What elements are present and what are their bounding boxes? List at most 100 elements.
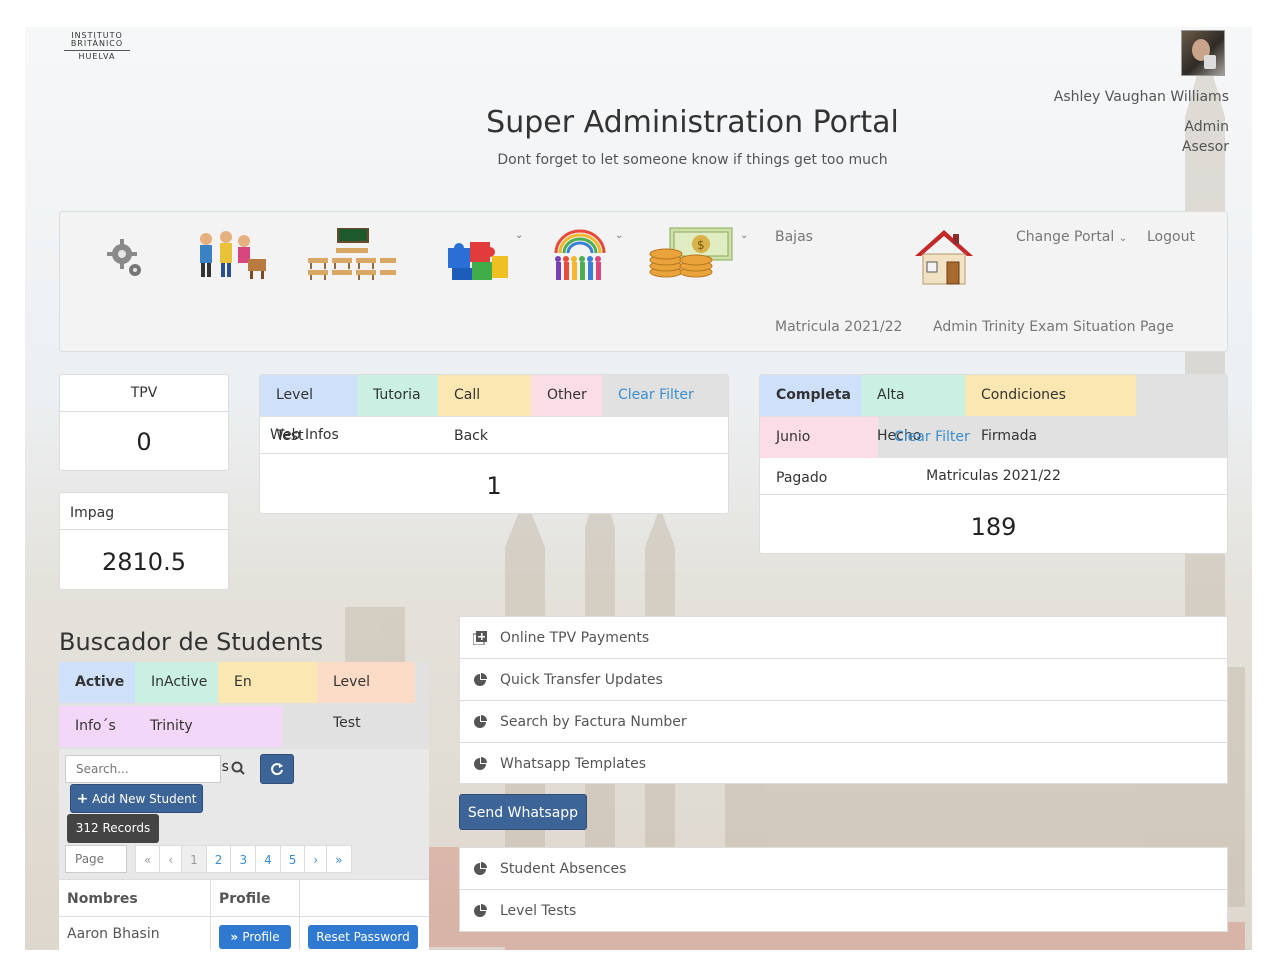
buscador-tabs: Active InActive En Espera Level Test Inf… bbox=[59, 662, 429, 775]
tab-level-test[interactable]: Level Test bbox=[317, 662, 415, 731]
students-table: Nombres Profile Aaron Bhasin » Profile R… bbox=[59, 879, 429, 950]
tab-inactive[interactable]: InActive bbox=[135, 662, 218, 703]
column-header-profile: Profile bbox=[211, 880, 300, 916]
user-role-asesor: Asesor bbox=[1181, 139, 1229, 155]
plus-icon: + bbox=[76, 791, 89, 807]
tpv-value: 0 bbox=[136, 428, 152, 456]
column-header-actions bbox=[300, 880, 429, 916]
pie-chart-icon bbox=[474, 757, 487, 770]
tpv-panel: TPV 0 bbox=[59, 374, 229, 471]
pager-prev[interactable]: ‹ bbox=[159, 845, 183, 873]
chevron-down-icon[interactable]: ⌄ bbox=[615, 230, 623, 241]
matriculas-value: 189 bbox=[970, 513, 1017, 541]
students-teacher-icon[interactable] bbox=[194, 229, 268, 281]
classroom-icon[interactable] bbox=[306, 228, 398, 280]
tab-level-test[interactable]: Level Test bbox=[260, 375, 357, 444]
logo-text-line-2: BRITÁNICO bbox=[70, 39, 124, 48]
tab-alta-hecho[interactable]: Alta Hecho bbox=[861, 375, 965, 444]
pager-page-1[interactable]: 1 bbox=[181, 845, 207, 873]
refresh-button[interactable] bbox=[260, 754, 294, 784]
page-title: Super Administration Portal bbox=[486, 105, 899, 140]
nav-link-matricula[interactable]: Matricula 2021/22 bbox=[775, 319, 902, 335]
nav-link-change-portal[interactable]: Change Portal ⌄ bbox=[1016, 229, 1127, 245]
add-square-icon bbox=[473, 630, 487, 645]
pie-chart-icon bbox=[474, 904, 487, 917]
tab-other[interactable]: Other bbox=[531, 375, 602, 416]
pager-last[interactable]: » bbox=[326, 845, 352, 873]
online-tpv-label: Online TPV Payments bbox=[500, 629, 650, 646]
group-people-icon[interactable] bbox=[550, 229, 610, 283]
user-role-admin: Admin bbox=[1184, 119, 1229, 135]
tab-call-back[interactable]: Call Back bbox=[438, 375, 531, 444]
list-item-student-absences[interactable]: Student Absences bbox=[460, 848, 1227, 890]
home-icon[interactable] bbox=[913, 228, 975, 286]
table-row: Aaron Bhasin » Profile Reset Password bbox=[59, 917, 429, 950]
tab-infos[interactable]: Info´s bbox=[59, 705, 134, 747]
impag-panel: Impag 2810.5 bbox=[59, 492, 229, 590]
profile-button-label: Profile bbox=[242, 930, 280, 944]
avatar-mug bbox=[1204, 55, 1216, 69]
clear-filter-link[interactable]: Clear Filter bbox=[878, 417, 988, 458]
web-infos-label: Web Infos bbox=[260, 417, 728, 454]
profile-cell: » Profile bbox=[211, 917, 300, 950]
buscador-title: Buscador de Students bbox=[59, 628, 324, 656]
pager-page-5[interactable]: 5 bbox=[279, 845, 306, 873]
user-avatar[interactable] bbox=[1181, 30, 1225, 76]
whatsapp-templates-label: Whatsapp Templates bbox=[500, 756, 647, 772]
pager-page-2[interactable]: 2 bbox=[205, 845, 232, 873]
list-item-whatsapp-templates[interactable]: Whatsapp Templates bbox=[460, 743, 1227, 785]
pager-page-4[interactable]: 4 bbox=[255, 845, 281, 873]
chevron-down-icon[interactable]: ⌄ bbox=[740, 230, 748, 241]
level-tests-label: Level Tests bbox=[500, 903, 577, 919]
tab-active[interactable]: Active bbox=[59, 662, 135, 703]
list-item-level-tests[interactable]: Level Tests bbox=[460, 890, 1227, 932]
nav-link-bajas[interactable]: Bajas bbox=[775, 229, 813, 245]
double-chevron-right-icon: » bbox=[230, 930, 243, 944]
tab-completa[interactable]: Completa bbox=[760, 375, 861, 416]
institute-logo[interactable]: INSTITUTO BRITÁNICO HUELVA bbox=[62, 32, 132, 61]
web-infos-value: 1 bbox=[486, 472, 502, 500]
matriculas-panel: Completa Alta Hecho Condiciones Firmada … bbox=[759, 374, 1228, 554]
settings-gears-icon[interactable] bbox=[106, 236, 144, 280]
student-search-input[interactable] bbox=[65, 755, 221, 783]
page-number-input[interactable] bbox=[65, 845, 127, 873]
list-item-online-tpv[interactable]: Online TPV Payments bbox=[460, 617, 1227, 659]
column-header-nombres: Nombres bbox=[59, 880, 211, 916]
search-icon[interactable] bbox=[231, 761, 245, 775]
change-portal-label: Change Portal bbox=[1016, 229, 1115, 245]
nav-link-logout[interactable]: Logout bbox=[1147, 229, 1195, 245]
chevron-down-icon[interactable]: ⌄ bbox=[515, 230, 523, 241]
actions-cell: Reset Password bbox=[300, 917, 429, 950]
tab-junio-pagado[interactable]: Junio Pagado bbox=[760, 416, 878, 486]
clear-filter-link[interactable]: Clear Filter bbox=[602, 375, 712, 416]
pager-first[interactable]: « bbox=[135, 845, 161, 873]
pie-chart-icon bbox=[474, 714, 487, 728]
tab-tutoria[interactable]: Tutoria bbox=[357, 375, 438, 416]
logo-rule bbox=[64, 50, 130, 51]
user-name: Ashley Vaughan Williams bbox=[1053, 89, 1229, 105]
pie-chart-icon bbox=[474, 672, 487, 686]
matriculas-tabs: Completa Alta Hecho Condiciones Firmada … bbox=[760, 375, 1227, 486]
money-coins-icon[interactable]: $ bbox=[648, 226, 736, 278]
puzzle-pieces-icon[interactable] bbox=[444, 236, 510, 282]
list-item-quick-transfer[interactable]: Quick Transfer Updates bbox=[460, 659, 1227, 701]
pie-chart-icon bbox=[474, 861, 487, 875]
page-subtitle: Dont forget to let someone know if thing… bbox=[497, 152, 888, 168]
matriculas-label: Matriculas 2021/22 bbox=[760, 458, 1227, 495]
pager-next[interactable]: › bbox=[304, 845, 328, 873]
list-item-search-factura[interactable]: Search by Factura Number bbox=[460, 701, 1227, 743]
tab-trinity-candidates[interactable]: Trinity Candidates bbox=[134, 705, 282, 775]
tab-condiciones-firmada[interactable]: Condiciones Firmada bbox=[965, 375, 1136, 444]
send-whatsapp-button[interactable]: Send Whatsapp bbox=[459, 794, 587, 830]
impag-label: Impag bbox=[60, 493, 228, 530]
nav-link-trinity-exam[interactable]: Admin Trinity Exam Situation Page bbox=[933, 319, 1174, 335]
chevron-down-icon: ⌄ bbox=[1118, 233, 1128, 244]
table-header-row: Nombres Profile bbox=[59, 879, 429, 917]
tab-en-espera[interactable]: En Espera bbox=[218, 662, 317, 731]
pager-page-3[interactable]: 3 bbox=[230, 845, 257, 873]
reset-password-button[interactable]: Reset Password bbox=[308, 925, 418, 949]
main-navbar: ⌄ ⌄ $ ⌄ Bajas Change Portal ⌄ Logout Mat… bbox=[59, 211, 1228, 352]
profile-button[interactable]: » Profile bbox=[219, 925, 291, 949]
logo-text-line-3: HUELVA bbox=[78, 52, 116, 61]
add-new-student-button[interactable]: + Add New Student bbox=[70, 784, 203, 813]
